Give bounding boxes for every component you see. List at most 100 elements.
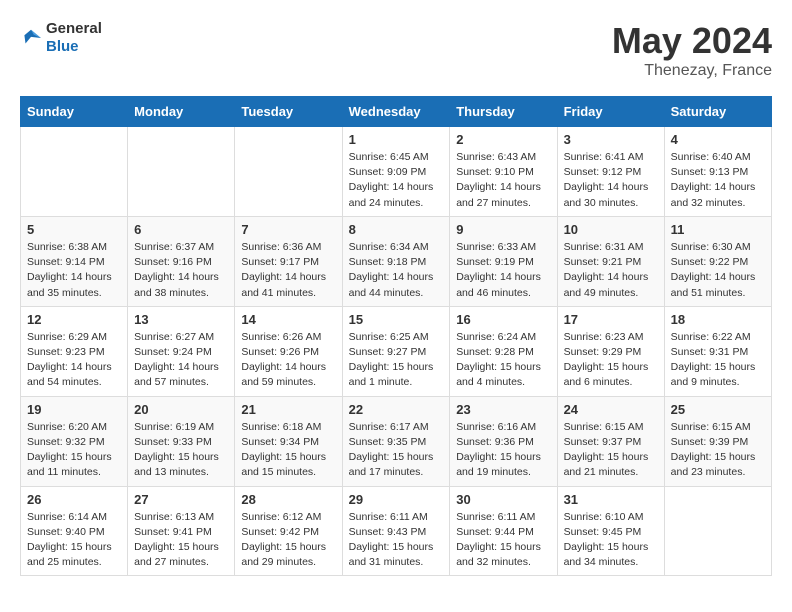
day-info: Sunrise: 6:12 AM Sunset: 9:42 PM Dayligh… [241,510,335,571]
day-info: Sunrise: 6:26 AM Sunset: 9:26 PM Dayligh… [241,330,335,391]
calendar-day-cell [235,127,342,217]
calendar-day-cell: 15 Sunrise: 6:25 AM Sunset: 9:27 PM Dayli… [342,306,450,396]
day-number: 30 [456,492,550,507]
weekday-header: Wednesday [342,97,450,127]
calendar-day-cell: 4 Sunrise: 6:40 AM Sunset: 9:13 PM Daylig… [664,127,771,217]
day-number: 9 [456,222,550,237]
day-info: Sunrise: 6:15 AM Sunset: 9:39 PM Dayligh… [671,420,765,481]
day-number: 6 [134,222,228,237]
day-number: 24 [564,402,658,417]
day-info: Sunrise: 6:38 AM Sunset: 9:14 PM Dayligh… [27,240,121,301]
calendar-week-row: 5Sunrise: 6:38 AM Sunset: 9:14 PM Daylig… [21,216,772,306]
day-info: Sunrise: 6:41 AM Sunset: 9:12 PM Dayligh… [564,150,658,211]
day-number: 23 [456,402,550,417]
calendar-day-cell: 1 Sunrise: 6:45 AM Sunset: 9:09 PM Daylig… [342,127,450,217]
day-info: Sunrise: 6:11 AM Sunset: 9:44 PM Dayligh… [456,510,550,571]
day-info: Sunrise: 6:15 AM Sunset: 9:37 PM Dayligh… [564,420,658,481]
day-info: Sunrise: 6:34 AM Sunset: 9:18 PM Dayligh… [349,240,444,301]
day-info: Sunrise: 6:13 AM Sunset: 9:41 PM Dayligh… [134,510,228,571]
day-info: Sunrise: 6:20 AM Sunset: 9:32 PM Dayligh… [27,420,121,481]
calendar-day-cell [664,486,771,576]
day-number: 28 [241,492,335,507]
day-number: 7 [241,222,335,237]
day-info: Sunrise: 6:37 AM Sunset: 9:16 PM Dayligh… [134,240,228,301]
day-info: Sunrise: 6:18 AM Sunset: 9:34 PM Dayligh… [241,420,335,481]
weekday-header-row: SundayMondayTuesdayWednesdayThursdayFrid… [21,97,772,127]
calendar-day-cell: 23 Sunrise: 6:16 AM Sunset: 9:36 PM Dayli… [450,396,557,486]
weekday-header: Thursday [450,97,557,127]
day-number: 1 [349,132,444,147]
calendar-title: May 2024 [612,20,772,62]
day-info: Sunrise: 6:19 AM Sunset: 9:33 PM Dayligh… [134,420,228,481]
logo: General Blue [20,20,102,56]
day-number: 3 [564,132,658,147]
day-number: 31 [564,492,658,507]
calendar-day-cell: 28 Sunrise: 6:12 AM Sunset: 9:42 PM Dayli… [235,486,342,576]
calendar-day-cell: 30 Sunrise: 6:11 AM Sunset: 9:44 PM Dayli… [450,486,557,576]
day-number: 12 [27,312,121,327]
page-header: General Blue May 2024 Thenezay, France [20,20,772,80]
calendar-day-cell: 25 Sunrise: 6:15 AM Sunset: 9:39 PM Dayli… [664,396,771,486]
day-number: 21 [241,402,335,417]
day-info: Sunrise: 6:27 AM Sunset: 9:24 PM Dayligh… [134,330,228,391]
calendar-day-cell [21,127,128,217]
calendar-day-cell: 3 Sunrise: 6:41 AM Sunset: 9:12 PM Daylig… [557,127,664,217]
day-number: 17 [564,312,658,327]
day-info: Sunrise: 6:40 AM Sunset: 9:13 PM Dayligh… [671,150,765,211]
calendar-day-cell: 24 Sunrise: 6:15 AM Sunset: 9:37 PM Dayli… [557,396,664,486]
calendar-day-cell: 29Sunrise: 6:11 AM Sunset: 9:43 PM Dayli… [342,486,450,576]
calendar-day-cell: 14Sunrise: 6:26 AM Sunset: 9:26 PM Dayli… [235,306,342,396]
day-number: 11 [671,222,765,237]
calendar-week-row: 12 Sunrise: 6:29 AM Sunset: 9:23 PM Dayli… [21,306,772,396]
calendar-day-cell: 11 Sunrise: 6:30 AM Sunset: 9:22 PM Dayli… [664,216,771,306]
day-info: Sunrise: 6:16 AM Sunset: 9:36 PM Dayligh… [456,420,550,481]
day-info: Sunrise: 6:43 AM Sunset: 9:10 PM Dayligh… [456,150,550,211]
day-number: 15 [349,312,444,327]
day-info: Sunrise: 6:45 AM Sunset: 9:09 PM Dayligh… [349,150,444,211]
weekday-header: Friday [557,97,664,127]
weekday-header: Sunday [21,97,128,127]
day-number: 22 [349,402,444,417]
day-number: 2 [456,132,550,147]
day-number: 20 [134,402,228,417]
calendar-day-cell: 21 Sunrise: 6:18 AM Sunset: 9:34 PM Dayli… [235,396,342,486]
weekday-header: Monday [128,97,235,127]
day-info: Sunrise: 6:22 AM Sunset: 9:31 PM Dayligh… [671,330,765,391]
calendar-day-cell: 12 Sunrise: 6:29 AM Sunset: 9:23 PM Dayli… [21,306,128,396]
calendar-day-cell: 27Sunrise: 6:13 AM Sunset: 9:41 PM Dayli… [128,486,235,576]
day-number: 10 [564,222,658,237]
calendar-day-cell: 22 Sunrise: 6:17 AM Sunset: 9:35 PM Dayli… [342,396,450,486]
calendar-day-cell: 10 Sunrise: 6:31 AM Sunset: 9:21 PM Dayli… [557,216,664,306]
day-info: Sunrise: 6:29 AM Sunset: 9:23 PM Dayligh… [27,330,121,391]
calendar-day-cell: 8Sunrise: 6:34 AM Sunset: 9:18 PM Daylig… [342,216,450,306]
day-number: 13 [134,312,228,327]
day-number: 18 [671,312,765,327]
day-info: Sunrise: 6:14 AM Sunset: 9:40 PM Dayligh… [27,510,121,571]
day-number: 16 [456,312,550,327]
title-block: May 2024 Thenezay, France [612,20,772,80]
weekday-header: Saturday [664,97,771,127]
calendar-day-cell: 6 Sunrise: 6:37 AM Sunset: 9:16 PM Daylig… [128,216,235,306]
day-info: Sunrise: 6:23 AM Sunset: 9:29 PM Dayligh… [564,330,658,391]
logo-blue: Blue [46,38,102,56]
calendar-day-cell: 16 Sunrise: 6:24 AM Sunset: 9:28 PM Dayli… [450,306,557,396]
calendar-day-cell: 7Sunrise: 6:36 AM Sunset: 9:17 PM Daylig… [235,216,342,306]
calendar-day-cell: 17 Sunrise: 6:23 AM Sunset: 9:29 PM Dayli… [557,306,664,396]
day-number: 26 [27,492,121,507]
calendar-week-row: 26 Sunrise: 6:14 AM Sunset: 9:40 PM Dayli… [21,486,772,576]
calendar-day-cell: 13 Sunrise: 6:27 AM Sunset: 9:24 PM Dayli… [128,306,235,396]
day-info: Sunrise: 6:24 AM Sunset: 9:28 PM Dayligh… [456,330,550,391]
calendar-day-cell: 9Sunrise: 6:33 AM Sunset: 9:19 PM Daylig… [450,216,557,306]
day-info: Sunrise: 6:25 AM Sunset: 9:27 PM Dayligh… [349,330,444,391]
day-info: Sunrise: 6:31 AM Sunset: 9:21 PM Dayligh… [564,240,658,301]
day-info: Sunrise: 6:17 AM Sunset: 9:35 PM Dayligh… [349,420,444,481]
calendar-day-cell: 31Sunrise: 6:10 AM Sunset: 9:45 PM Dayli… [557,486,664,576]
calendar-table: SundayMondayTuesdayWednesdayThursdayFrid… [20,96,772,576]
day-number: 25 [671,402,765,417]
day-info: Sunrise: 6:30 AM Sunset: 9:22 PM Dayligh… [671,240,765,301]
calendar-day-cell: 18 Sunrise: 6:22 AM Sunset: 9:31 PM Dayli… [664,306,771,396]
day-number: 19 [27,402,121,417]
calendar-day-cell: 5Sunrise: 6:38 AM Sunset: 9:14 PM Daylig… [21,216,128,306]
calendar-day-cell [128,127,235,217]
day-number: 4 [671,132,765,147]
